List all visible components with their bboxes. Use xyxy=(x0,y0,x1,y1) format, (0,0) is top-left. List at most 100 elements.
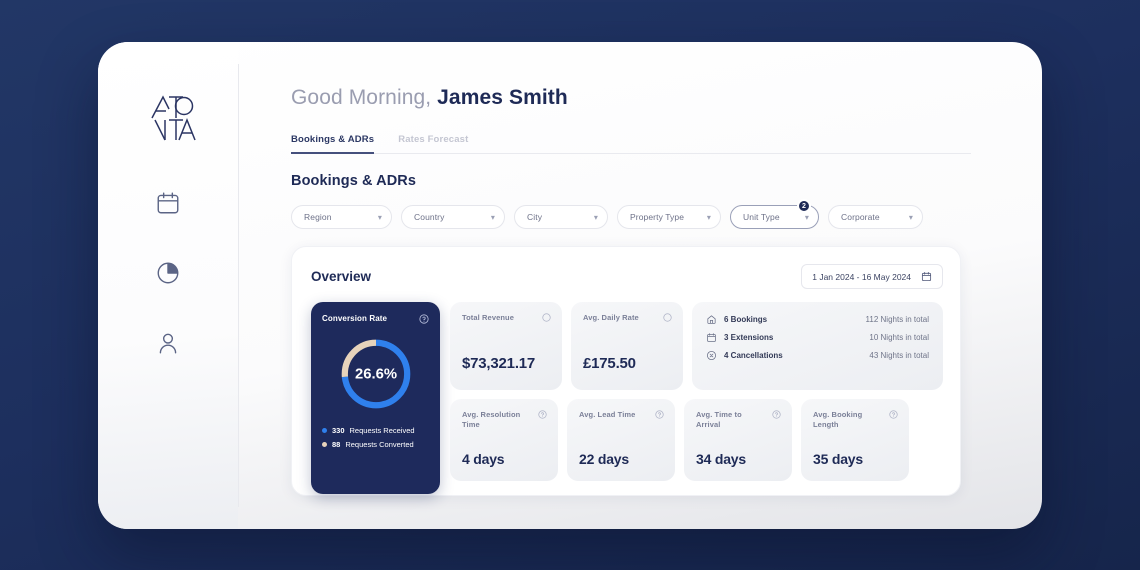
sidebar-item-calendar[interactable] xyxy=(139,174,197,232)
summary-row-extensions: 3 Extensions 10 Nights in total xyxy=(706,332,929,343)
home-icon xyxy=(707,315,716,324)
section-title: Bookings & ADRs xyxy=(291,173,417,189)
summary-cancellations-label: 4 Cancellations xyxy=(724,351,783,360)
calendar-icon xyxy=(921,271,932,282)
avg-resolution-time-value: 4 days xyxy=(462,451,505,467)
tab-bookings-adrs[interactable]: Bookings & ADRs xyxy=(291,134,375,154)
avg-daily-rate-card: Avg. Daily Rate £175.50 xyxy=(571,302,683,390)
sidebar xyxy=(98,42,238,529)
summary-cancellations-left: 4 Cancellations xyxy=(706,350,783,361)
filter-unit-type[interactable]: Unit Type ▾ 2 xyxy=(730,199,819,229)
legend-item-converted: 88 Requests Converted xyxy=(322,440,429,449)
help-icon[interactable] xyxy=(655,410,664,419)
avg-lead-time-value: 22 days xyxy=(579,451,629,467)
tab-bar: Bookings & ADRs Rates Forecast xyxy=(291,134,971,154)
chevron-down-icon: ▾ xyxy=(908,212,913,222)
legend-dot-blue xyxy=(322,428,327,433)
chevron-down-icon: ▾ xyxy=(490,212,495,222)
avg-lead-time-card: Avg. Lead Time 22 days xyxy=(567,399,675,481)
avg-daily-rate-value: £175.50 xyxy=(583,355,636,372)
user-name: James Smith xyxy=(437,86,568,109)
filter-property-type[interactable]: Property Type ▾ xyxy=(617,205,721,229)
bookings-summary-panel: 6 Bookings 112 Nights in total 3 Extensi… xyxy=(692,302,943,390)
total-revenue-value: $73,321.17 xyxy=(462,355,536,372)
help-icon[interactable] xyxy=(889,410,898,419)
avg-booking-length-label: Avg. Booking Length xyxy=(813,410,863,430)
chevron-down-icon: ▾ xyxy=(377,212,382,222)
summary-row-cancellations: 4 Cancellations 43 Nights in total xyxy=(706,350,929,361)
avg-resolution-time-label: Avg. Resolution Time xyxy=(462,410,521,430)
logo-icon xyxy=(151,95,196,141)
help-icon[interactable] xyxy=(538,410,547,419)
user-icon xyxy=(159,333,177,354)
main-content: Good Morning, James Smith Bookings & ADR… xyxy=(239,42,1042,529)
calendar-icon xyxy=(157,192,179,214)
avg-time-to-arrival-label: Avg. Time to Arrival xyxy=(696,410,742,430)
page-title: Good Morning, James Smith xyxy=(291,86,1042,110)
summary-cancellations-nights: 43 Nights in total xyxy=(869,351,929,360)
summary-bookings-left: 6 Bookings xyxy=(706,314,767,325)
conversion-donut-chart: 26.6% xyxy=(322,335,429,413)
total-revenue-card: Total Revenue $73,321.17 xyxy=(450,302,562,390)
overview-panel: Overview 1 Jan 2024 - 16 May 2024 Conver… xyxy=(291,246,961,496)
x-circle-icon xyxy=(706,350,717,361)
filter-country[interactable]: Country ▾ xyxy=(401,205,505,229)
donut-svg: 26.6% xyxy=(341,339,410,409)
overview-grid: Conversion Rate 26.6% 330 Requests Recei… xyxy=(311,302,943,494)
conversion-rate-value: 26.6% xyxy=(354,367,396,383)
overview-title: Overview xyxy=(311,269,372,284)
filter-property-type-label: Property Type xyxy=(630,212,685,222)
filter-country-label: Country xyxy=(414,212,445,222)
filter-corporate[interactable]: Corporate ▾ xyxy=(828,205,923,229)
avg-booking-length-value: 35 days xyxy=(813,451,863,467)
pie-chart-icon xyxy=(157,262,179,284)
chevron-down-icon: ▾ xyxy=(593,212,598,222)
circle-icon[interactable] xyxy=(663,313,672,322)
sidebar-item-profile[interactable] xyxy=(139,314,197,372)
circle-icon[interactable] xyxy=(542,313,551,322)
chevron-down-icon: ▾ xyxy=(706,212,711,222)
filter-bar: Region ▾ Country ▾ City ▾ Property Type … xyxy=(291,199,1042,229)
total-revenue-label: Total Revenue xyxy=(462,313,515,322)
filter-corporate-label: Corporate xyxy=(841,212,880,222)
avg-lead-time-label: Avg. Lead Time xyxy=(579,410,636,419)
summary-bookings-nights: 112 Nights in total xyxy=(865,315,929,324)
sidebar-item-analytics[interactable] xyxy=(139,244,197,302)
conversion-rate-header: Conversion Rate xyxy=(322,314,429,324)
calendar-icon xyxy=(707,333,716,342)
overview-header: Overview 1 Jan 2024 - 16 May 2024 xyxy=(311,264,943,289)
conversion-legend: 330 Requests Received 88 Requests Conver… xyxy=(322,426,429,449)
tab-rates-forecast[interactable]: Rates Forecast xyxy=(398,134,468,154)
filter-city[interactable]: City ▾ xyxy=(514,205,608,229)
avg-time-to-arrival-card: Avg. Time to Arrival 34 days xyxy=(684,399,792,481)
help-icon[interactable] xyxy=(419,314,429,324)
app-window: Good Morning, James Smith Bookings & ADR… xyxy=(98,42,1042,529)
summary-row-bookings: 6 Bookings 112 Nights in total xyxy=(706,314,929,325)
avg-time-to-arrival-value: 34 days xyxy=(696,451,746,467)
legend-converted-value: 88 xyxy=(332,440,341,449)
summary-extensions-label: 3 Extensions xyxy=(724,333,774,342)
filter-unit-type-label: Unit Type xyxy=(743,212,780,222)
filter-region[interactable]: Region ▾ xyxy=(291,205,392,229)
altovita-logo[interactable] xyxy=(138,86,198,146)
date-range-value: 1 Jan 2024 - 16 May 2024 xyxy=(812,271,911,282)
avg-booking-length-card: Avg. Booking Length 35 days xyxy=(801,399,909,481)
filter-city-label: City xyxy=(527,212,543,222)
legend-received-label: Requests Received xyxy=(349,426,415,435)
legend-dot-tan xyxy=(322,442,327,447)
help-icon[interactable] xyxy=(772,410,781,419)
summary-bookings-label: 6 Bookings xyxy=(724,315,768,324)
summary-extensions-left: 3 Extensions xyxy=(706,332,773,343)
avg-daily-rate-label: Avg. Daily Rate xyxy=(583,313,639,322)
legend-item-received: 330 Requests Received xyxy=(322,426,429,435)
stats-columns: Total Revenue $73,321.17 Avg. Daily Rate xyxy=(450,302,943,494)
legend-received-value: 330 xyxy=(332,426,345,435)
summary-extensions-nights: 10 Nights in total xyxy=(869,333,929,342)
bookings-summary-rows: 6 Bookings 112 Nights in total 3 Extensi… xyxy=(706,314,929,361)
conversion-rate-column: Conversion Rate 26.6% 330 Requests Recei… xyxy=(311,302,440,494)
greeting-prefix: Good Morning, xyxy=(291,86,438,109)
avg-resolution-time-card: Avg. Resolution Time 4 days xyxy=(450,399,558,481)
conversion-rate-label: Conversion Rate xyxy=(322,314,388,323)
date-range-picker[interactable]: 1 Jan 2024 - 16 May 2024 xyxy=(801,264,943,289)
filter-unit-type-badge: 2 xyxy=(797,199,811,213)
